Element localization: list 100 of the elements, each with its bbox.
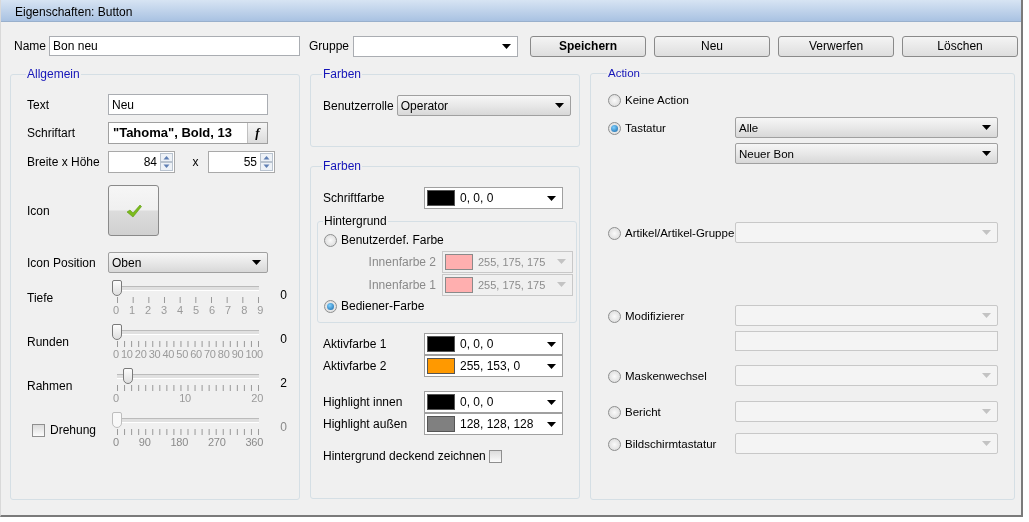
dropdown[interactable]: Operator [396, 95, 571, 116]
caret-icon [982, 313, 991, 318]
number-field[interactable]: 84 [108, 151, 175, 173]
action-button[interactable]: Neu [654, 35, 771, 57]
caret-icon [982, 125, 991, 130]
color-dropdown[interactable]: 128, 128, 128 [424, 413, 563, 435]
tick-label: 30 [148, 348, 161, 360]
slider-thumb[interactable] [112, 280, 122, 296]
field-label: Highlight außen [323, 417, 409, 431]
dropdown[interactable]: Neuer Bon [735, 143, 998, 164]
field-label: Gruppe [309, 39, 350, 53]
radio-button[interactable] [608, 93, 621, 107]
radio-label: Artikel/Artikel-Gruppe [625, 227, 735, 239]
radio-label: Bericht [625, 406, 661, 418]
tick-label: 0 [113, 348, 119, 360]
slider-value: 0 [280, 420, 287, 434]
field-label: Benutzerrolle [323, 98, 394, 113]
tick-label: 180 [170, 436, 188, 448]
checkmark-icon [125, 203, 142, 218]
group-title: Allgemein [26, 67, 81, 81]
radio-button[interactable] [324, 299, 337, 313]
field-label: Tiefe [27, 291, 54, 305]
icon-preview-button[interactable] [108, 185, 159, 236]
field-label: Schriftfarbe [323, 191, 386, 205]
tick-label: 0 [113, 392, 119, 404]
font-picker-button[interactable]: f [247, 123, 267, 143]
name-field[interactable]: Bon neu [49, 36, 300, 56]
separator-label: x [191, 155, 200, 169]
group-title: Farben [322, 67, 363, 81]
field-label: Innenfarbe 2 [367, 254, 436, 269]
checkbox-label: Hintergrund deckend zeichnen [323, 449, 486, 463]
action-button[interactable]: Verwerfen [778, 35, 895, 57]
field-label: Schriftart [27, 126, 76, 140]
caret-icon [982, 441, 991, 446]
action-button[interactable]: Speichern [530, 35, 647, 57]
field-label: Rahmen [27, 379, 73, 393]
caret-icon [547, 399, 556, 405]
tick-label: 0 [113, 304, 119, 316]
spin-arrows-icon[interactable] [260, 153, 273, 171]
slider-value: 0 [280, 332, 287, 346]
tick-label: 50 [176, 348, 188, 360]
caret-icon [502, 43, 512, 49]
dropdown[interactable]: Alle [735, 117, 998, 138]
field-label: Icon [27, 203, 51, 218]
radio-button[interactable] [608, 405, 621, 419]
radio-button[interactable] [608, 226, 621, 240]
radio-button[interactable] [608, 437, 621, 451]
caret-icon [547, 421, 556, 427]
field-label: Text [27, 97, 50, 112]
spin-arrows-icon[interactable] [160, 153, 173, 171]
dropdown[interactable] [353, 35, 519, 57]
tick-label: 90 [138, 436, 151, 448]
tick-label: 8 [241, 304, 247, 316]
caret-icon [557, 259, 566, 264]
radio-label: Tastatur [625, 122, 666, 134]
number-field[interactable]: 55 [208, 151, 275, 173]
tick-label: 80 [217, 348, 230, 360]
caret-icon [982, 373, 991, 378]
dropdown[interactable]: Oben [108, 252, 268, 273]
color-dropdown[interactable]: 0, 0, 0 [424, 333, 563, 355]
caret-icon [547, 363, 556, 369]
group-title: Hintergrund [323, 214, 388, 228]
group-title: Action [607, 67, 641, 79]
text-field[interactable]: Neu [108, 94, 268, 115]
radio-button[interactable] [608, 121, 621, 135]
font-field[interactable]: "Tahoma", Bold, 13 f [108, 122, 268, 144]
slider-thumb[interactable] [122, 368, 133, 384]
radio-label: Bediener-Farbe [341, 299, 425, 313]
caret-icon [252, 260, 261, 265]
slider-thumb[interactable] [112, 324, 122, 340]
radio-label: Keine Action [625, 94, 689, 106]
tick-label: 1 [129, 304, 135, 316]
field-label: Aktivfarbe 2 [323, 359, 388, 373]
tick-label: 100 [245, 348, 263, 360]
tick-label: 10 [121, 348, 133, 360]
radio-button[interactable] [608, 309, 621, 323]
field-label: Runden [27, 335, 70, 349]
color-dropdown[interactable]: 255, 153, 0 [424, 355, 563, 377]
radio-label: Bildschirmtastatur [625, 438, 717, 450]
caret-icon [554, 103, 564, 108]
tick-label: 60 [190, 348, 202, 360]
tick-label: 40 [162, 348, 175, 360]
tick-label: 6 [209, 304, 215, 316]
tick-label: 360 [245, 436, 263, 448]
tick-label: 70 [204, 348, 216, 360]
radio-button[interactable] [324, 233, 337, 247]
radio-button[interactable] [608, 369, 621, 383]
tick-label: 5 [193, 304, 199, 316]
caret-icon [547, 341, 556, 347]
checkbox[interactable] [488, 449, 502, 463]
action-button[interactable]: Löschen [902, 35, 1019, 57]
color-dropdown[interactable]: 0, 0, 0 [424, 391, 563, 413]
caret-icon [982, 409, 991, 414]
color-dropdown[interactable]: 0, 0, 0 [424, 187, 563, 209]
window-title: Eigenschaften: Button [1, 0, 1021, 22]
slider-value: 0 [280, 288, 287, 302]
tick-label: 9 [257, 304, 263, 316]
caret-icon [982, 230, 991, 235]
tick-label: 0 [113, 436, 119, 448]
caret-icon [982, 151, 991, 156]
